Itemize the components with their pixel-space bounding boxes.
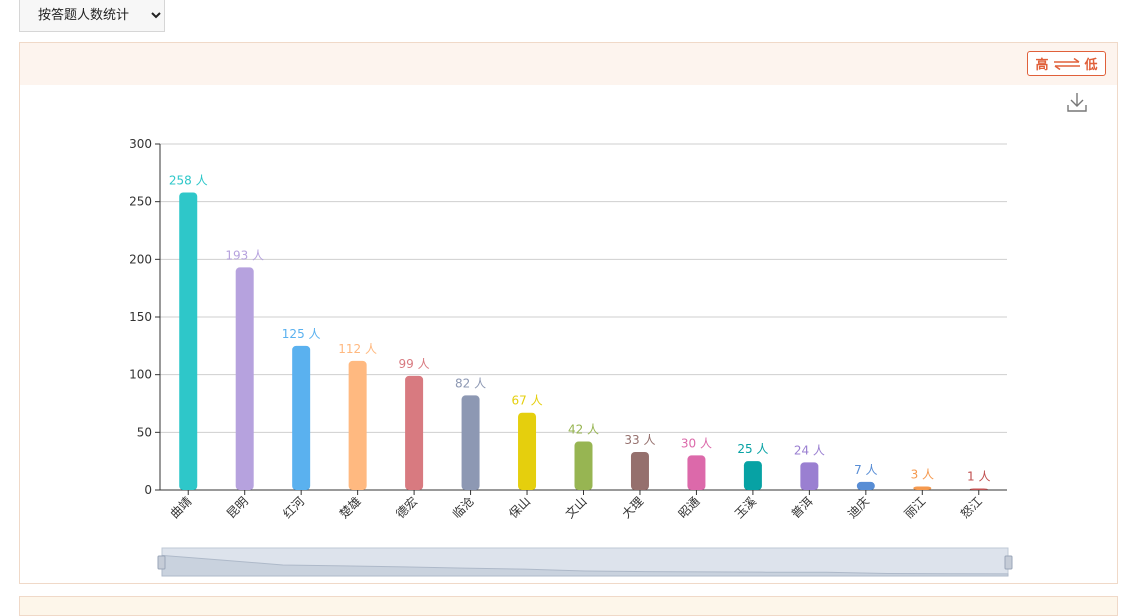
zoom-handle-left[interactable]: [157, 555, 166, 570]
stat-mode-select[interactable]: 按答题人数统计: [20, 0, 164, 31]
x-tick-label: 临沧: [449, 494, 477, 522]
bar: [630, 451, 649, 490]
next-panel: [19, 596, 1118, 616]
bar-value-label: 30 人: [681, 436, 712, 450]
bar-value-label: 67 人: [511, 394, 542, 408]
bar: [405, 375, 424, 490]
x-tick-label: 文山: [562, 494, 590, 522]
bar: [292, 345, 311, 490]
x-tick-label: 玉溪: [732, 494, 759, 521]
y-tick-label: 50: [137, 425, 152, 439]
bar-value-label: 99 人: [399, 357, 430, 371]
bar-chart: 0 50 100 150 200 250 300 258 人曲靖 193 人昆明 125 人红河 1…: [129, 137, 1013, 577]
y-tick-label: 300: [129, 137, 152, 151]
x-tick-label: 普洱: [789, 494, 816, 521]
bar: [800, 462, 819, 490]
bar: [235, 267, 254, 490]
y-tick-label: 0: [144, 483, 152, 497]
x-tick-label: 德宏: [393, 494, 421, 522]
bar-value-label: 258 人: [169, 173, 208, 187]
y-tick-label: 100: [129, 368, 152, 382]
x-tick-label: 怒江: [957, 494, 985, 522]
bar-value-label: 1 人: [967, 470, 990, 484]
bar: [743, 461, 762, 490]
y-tick-label: 200: [129, 252, 152, 266]
x-tick-label: 楚雄: [336, 494, 364, 522]
x-tick-label: 大理: [619, 494, 646, 521]
bar: [348, 360, 367, 490]
bar-value-label: 25 人: [737, 442, 768, 456]
bar-value-label: 3 人: [911, 468, 934, 482]
bar: [461, 395, 480, 490]
bar-value-label: 125 人: [282, 327, 321, 341]
bar: [913, 486, 932, 490]
x-tick-label: 昆明: [224, 494, 251, 521]
bar-value-label: 112 人: [338, 342, 377, 356]
bar: [856, 481, 875, 490]
bar: [179, 192, 198, 490]
bar-value-label: 82 人: [455, 376, 486, 390]
bar: [687, 455, 706, 490]
bar: [574, 441, 593, 490]
bar-value-label: 24 人: [794, 443, 825, 457]
bar-value-label: 33 人: [624, 433, 655, 447]
x-tick-label: 曲靖: [167, 494, 194, 521]
x-tick-label: 迪庆: [845, 494, 872, 521]
chart-panel: 高 低 0 50 100 150 200 250 300 258 人曲靖 193 人昆明 125 …: [19, 42, 1118, 584]
x-tick-label: 昭通: [676, 494, 703, 521]
zoom-handle-right[interactable]: [1004, 555, 1013, 570]
x-tick-label: 丽江: [902, 494, 929, 521]
x-tick-label: 保山: [506, 494, 533, 521]
bar-value-label: 193 人: [225, 248, 264, 262]
bar-value-label: 42 人: [568, 423, 599, 437]
bar: [518, 412, 537, 490]
y-tick-label: 150: [129, 310, 152, 324]
bar-value-label: 7 人: [854, 463, 877, 477]
stat-mode-select-wrap[interactable]: 按答题人数统计: [19, 0, 165, 32]
bar: [969, 488, 988, 490]
x-tick-label: 红河: [280, 494, 308, 522]
y-tick-label: 250: [129, 195, 152, 209]
